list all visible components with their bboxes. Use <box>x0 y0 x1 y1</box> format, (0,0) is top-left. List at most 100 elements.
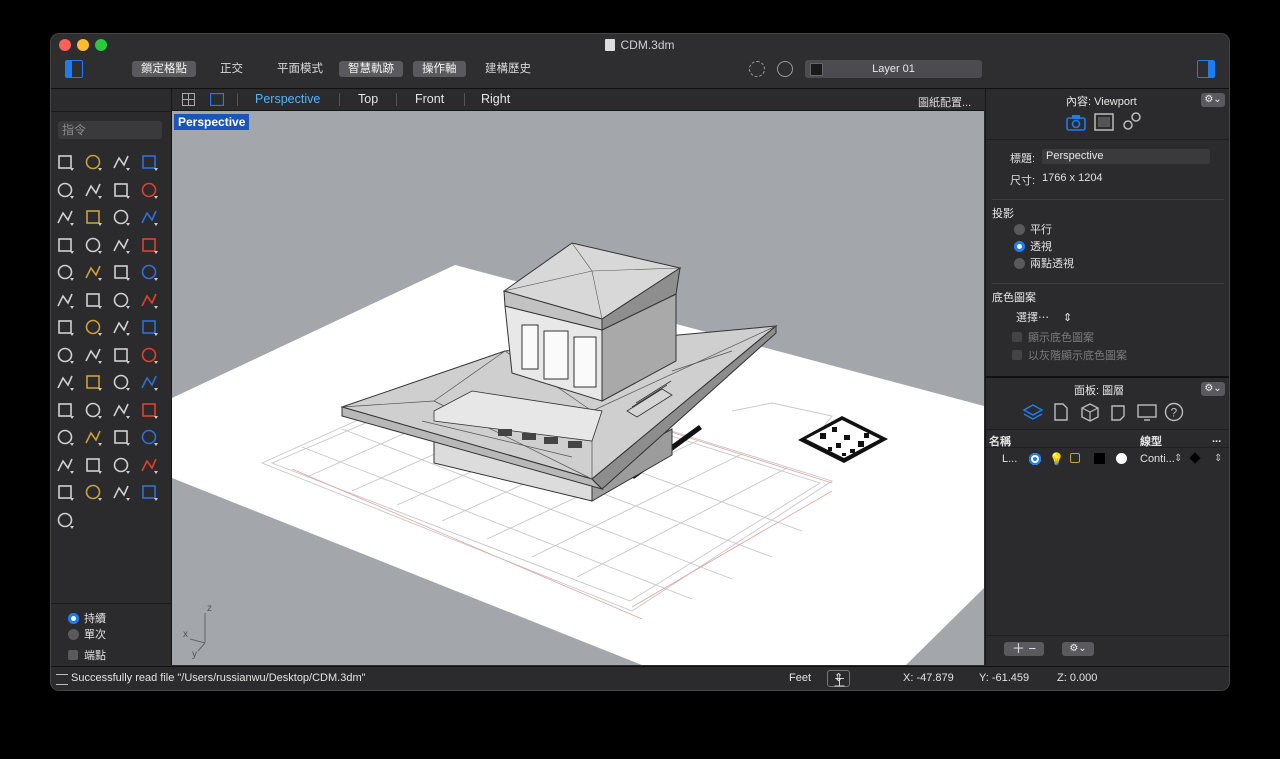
mesh-tool-icon[interactable] <box>139 372 159 392</box>
extrude-tool-icon[interactable] <box>139 235 159 255</box>
toolbar-button-history[interactable]: 建構歷史 <box>476 61 540 77</box>
four-viewports-icon[interactable] <box>182 93 195 106</box>
display-icon[interactable] <box>1136 402 1158 422</box>
grayscale-background-checkbox[interactable]: 以灰階顯示底色圖案 <box>1012 347 1127 363</box>
block-tool-icon[interactable] <box>83 290 103 310</box>
help-icon[interactable]: ? <box>1164 402 1184 422</box>
arc-tool-icon[interactable] <box>111 180 131 200</box>
circle-tool-icon[interactable] <box>55 180 75 200</box>
toolbar-button-smarttrack[interactable]: 智慧軌跡 <box>339 61 403 77</box>
array-tool-icon[interactable] <box>111 317 131 337</box>
camera-icon[interactable] <box>1066 113 1086 131</box>
shade-tool-icon[interactable] <box>55 482 75 502</box>
projection-parallel-option[interactable]: 平行 <box>1014 221 1052 237</box>
show-background-checkbox[interactable]: 顯示底色圖案 <box>1012 329 1094 345</box>
snap-tool-icon[interactable] <box>139 427 159 447</box>
cplane-selector[interactable]: 工作平面 ⇕ <box>827 670 851 689</box>
mirror-tool-icon[interactable] <box>139 317 159 337</box>
check-tool-icon[interactable] <box>83 372 103 392</box>
projection-two-point-option[interactable]: 兩點透視 <box>1014 255 1074 271</box>
osnap-endpoint-option[interactable]: 端點 <box>68 647 106 663</box>
ellipse-tool-icon[interactable] <box>83 180 103 200</box>
grid-tool-icon[interactable] <box>111 345 131 365</box>
viewport-label[interactable]: Perspective <box>174 114 250 130</box>
polygon-tool-icon[interactable] <box>55 207 75 227</box>
navigate-tool-icon[interactable] <box>139 400 159 420</box>
group-tool-icon[interactable] <box>55 290 75 310</box>
fence-tool-icon[interactable] <box>83 345 103 365</box>
surface-tool-icon[interactable] <box>111 207 131 227</box>
layers-icon[interactable] <box>1022 402 1044 422</box>
point-tool-icon[interactable] <box>83 152 103 172</box>
split-tool-icon[interactable] <box>139 262 159 282</box>
render-tool-icon[interactable] <box>83 482 103 502</box>
link-icon[interactable] <box>1122 111 1142 131</box>
explode-tool-icon[interactable] <box>55 262 75 282</box>
light-tool-icon[interactable] <box>55 455 75 475</box>
tab-top[interactable]: Top <box>358 92 378 106</box>
toggle-right-sidebar-button[interactable] <box>1197 60 1215 78</box>
rectangle-tool-icon[interactable] <box>139 180 159 200</box>
layer-linetype[interactable]: Conti... <box>1140 453 1175 465</box>
toolbar-button-grid-snap[interactable]: 鎖定格點 <box>132 61 196 77</box>
command-input[interactable]: 指令 <box>58 121 162 139</box>
wallpaper-icon[interactable] <box>1094 113 1114 131</box>
osnap-target-icon[interactable] <box>777 61 793 77</box>
add-remove-layer-button[interactable]: ＋ − <box>1004 642 1044 656</box>
title-field[interactable]: Perspective <box>1042 149 1210 164</box>
scale-tool-icon[interactable] <box>83 317 103 337</box>
properties-gear-button[interactable]: ⚙⌄ <box>1201 93 1225 107</box>
record-history-icon[interactable] <box>749 61 765 77</box>
layers-col-more[interactable]: ... <box>1212 433 1221 445</box>
move-tool-icon[interactable] <box>139 290 159 310</box>
osnap-once-option[interactable]: 單次 <box>68 626 106 642</box>
solid-edit-tool-icon[interactable] <box>55 345 75 365</box>
car-tool-icon[interactable] <box>83 427 103 447</box>
layer-color-icon[interactable] <box>1094 453 1105 464</box>
fillet-tool-icon[interactable] <box>83 207 103 227</box>
lock-tool-icon[interactable] <box>83 455 103 475</box>
rotate-tool-icon[interactable] <box>111 290 131 310</box>
lightbulb-icon[interactable]: 💡 <box>1049 452 1064 466</box>
zoom-extents-tool-icon[interactable] <box>111 400 131 420</box>
chevron-updown-icon[interactable]: ⇕ <box>1214 453 1222 464</box>
boolean-tool-icon[interactable] <box>83 262 103 282</box>
cplane-tool-icon[interactable] <box>111 427 131 447</box>
rotate-view-tool-icon[interactable] <box>55 427 75 447</box>
curve-tool-icon[interactable] <box>139 152 159 172</box>
notes-icon[interactable] <box>1108 402 1128 422</box>
projection-perspective-option[interactable]: 透視 <box>1014 238 1052 254</box>
sphere-tool-icon[interactable] <box>83 235 103 255</box>
document-icon[interactable] <box>1052 402 1070 422</box>
tab-perspective[interactable]: Perspective <box>255 92 320 106</box>
grid-snap-tool-icon[interactable] <box>55 510 75 530</box>
osnap-continuous-option[interactable]: 持續 <box>68 610 106 626</box>
current-layer-icon[interactable] <box>1029 453 1041 465</box>
toolbar-button-gumball[interactable]: 操作軸 <box>413 61 466 77</box>
select-tool-icon[interactable] <box>55 152 75 172</box>
perspective-viewport[interactable]: Perspective z x y <box>172 111 984 665</box>
polyline-tool-icon[interactable] <box>111 152 131 172</box>
menu-lines-icon[interactable] <box>56 674 68 685</box>
cylinder-tool-icon[interactable] <box>111 235 131 255</box>
environment-tool-icon[interactable] <box>111 482 131 502</box>
trim-tool-icon[interactable] <box>111 262 131 282</box>
current-layer-selector[interactable]: Layer 01 <box>805 60 982 78</box>
tab-front[interactable]: Front <box>415 92 444 106</box>
zoom-window-tool-icon[interactable] <box>83 400 103 420</box>
print-color-icon[interactable] <box>1189 452 1201 464</box>
tab-right[interactable]: Right <box>481 92 510 106</box>
lock-icon[interactable] <box>1070 453 1080 463</box>
layout-button[interactable]: 圖紙配置... <box>918 94 971 110</box>
layer-row[interactable]: L... 💡 Conti... ⇕ ⇕ <box>986 450 1229 468</box>
gradient-tool-icon[interactable] <box>139 482 159 502</box>
model-scene[interactable] <box>172 111 984 665</box>
box-tool-icon[interactable] <box>55 235 75 255</box>
toolbar-button-planar[interactable]: 平面模式 <box>268 61 332 77</box>
object-icon[interactable] <box>1080 402 1100 422</box>
text-tool-icon[interactable] <box>55 317 75 337</box>
toolbar-button-ortho[interactable]: 正交 <box>211 61 252 77</box>
chevron-updown-icon[interactable]: ⇕ <box>1174 453 1182 464</box>
render-material-tool-icon[interactable] <box>111 455 131 475</box>
background-select[interactable]: 選擇⋯ ⇕ <box>1016 309 1072 325</box>
